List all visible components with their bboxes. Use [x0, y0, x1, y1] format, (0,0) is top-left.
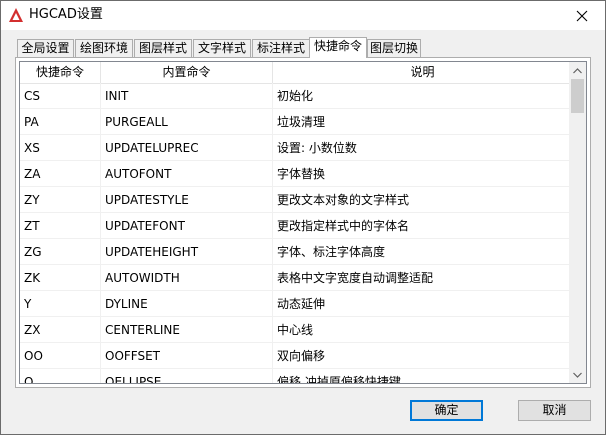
- shortcut-table: 快捷命令 内置命令 说明 CS INIT 初始化 PA PURGEALL 垃圾清…: [19, 61, 587, 384]
- cell-shortcut[interactable]: ZT: [20, 213, 101, 238]
- scroll-up-button[interactable]: [569, 62, 586, 79]
- cell-builtin-command[interactable]: UPDATESTYLE: [101, 187, 273, 212]
- cell-builtin-command[interactable]: AUTOWIDTH: [101, 265, 273, 290]
- cancel-button[interactable]: 取消: [518, 400, 591, 421]
- table-header: 快捷命令 内置命令 说明: [20, 62, 572, 84]
- table-row[interactable]: OO OOFFSET 双向偏移: [20, 343, 572, 369]
- cell-description[interactable]: 字体替换: [273, 161, 572, 186]
- cell-shortcut[interactable]: OO: [20, 343, 101, 368]
- cell-builtin-command[interactable]: OELLIPSE: [101, 369, 273, 383]
- cell-description[interactable]: 双向偏移: [273, 343, 572, 368]
- tab-text-style[interactable]: 文字样式: [193, 39, 251, 57]
- table-row[interactable]: ZY UPDATESTYLE 更改文本对象的文字样式: [20, 187, 572, 213]
- table-row[interactable]: ZK AUTOWIDTH 表格中文字宽度自动调整适配: [20, 265, 572, 291]
- cell-builtin-command[interactable]: INIT: [101, 83, 273, 108]
- cell-shortcut[interactable]: CS: [20, 83, 101, 108]
- header-builtin-command[interactable]: 内置命令: [101, 62, 273, 83]
- table-body: CS INIT 初始化 PA PURGEALL 垃圾清理 XS UPDATELU…: [20, 83, 572, 383]
- cell-description[interactable]: 表格中文字宽度自动调整适配: [273, 265, 572, 290]
- cell-builtin-command[interactable]: UPDATEFONT: [101, 213, 273, 238]
- tab-global-settings[interactable]: 全局设置: [17, 39, 74, 57]
- cell-builtin-command[interactable]: CENTERLINE: [101, 317, 273, 342]
- title-bar: HGCAD设置: [1, 1, 605, 30]
- cell-shortcut[interactable]: ZA: [20, 161, 101, 186]
- shortcut-commands-panel: 快捷命令 内置命令 说明 CS INIT 初始化 PA PURGEALL 垃圾清…: [15, 57, 591, 388]
- ok-button[interactable]: 确定: [410, 400, 483, 421]
- cell-builtin-command[interactable]: DYLINE: [101, 291, 273, 316]
- window-title: HGCAD设置: [29, 7, 103, 22]
- cell-description[interactable]: 中心线: [273, 317, 572, 342]
- header-description[interactable]: 说明: [273, 62, 572, 83]
- cell-shortcut[interactable]: ZX: [20, 317, 101, 342]
- vertical-scrollbar[interactable]: [569, 62, 586, 383]
- cell-builtin-command[interactable]: PURGEALL: [101, 109, 273, 134]
- cell-shortcut[interactable]: O: [20, 369, 101, 383]
- cell-description[interactable]: 初始化: [273, 83, 572, 108]
- cell-description[interactable]: 更改文本对象的文字样式: [273, 187, 572, 212]
- tab-dim-style[interactable]: 标注样式: [252, 39, 310, 57]
- tab-layer-switch[interactable]: 图层切换: [367, 39, 421, 57]
- cell-description[interactable]: 字体、标注字体高度: [273, 239, 572, 264]
- hgcad-app-icon: [8, 7, 24, 23]
- cell-shortcut[interactable]: XS: [20, 135, 101, 160]
- cell-shortcut[interactable]: Y: [20, 291, 101, 316]
- table-row[interactable]: ZG UPDATEHEIGHT 字体、标注字体高度: [20, 239, 572, 265]
- cell-description[interactable]: 设置: 小数位数: [273, 135, 572, 160]
- scroll-thumb[interactable]: [571, 79, 584, 113]
- cell-description[interactable]: 偏移,冲掉原偏移快捷键: [273, 369, 572, 383]
- cell-builtin-command[interactable]: OOFFSET: [101, 343, 273, 368]
- cell-shortcut[interactable]: ZG: [20, 239, 101, 264]
- chevron-down-icon: [573, 372, 582, 378]
- scroll-down-button[interactable]: [569, 366, 586, 383]
- table-row[interactable]: XS UPDATELUPREC 设置: 小数位数: [20, 135, 572, 161]
- table-row[interactable]: PA PURGEALL 垃圾清理: [20, 109, 572, 135]
- table-row[interactable]: ZT UPDATEFONT 更改指定样式中的字体名: [20, 213, 572, 239]
- close-button[interactable]: [559, 1, 605, 30]
- cell-description[interactable]: 动态延伸: [273, 291, 572, 316]
- cell-description[interactable]: 更改指定样式中的字体名: [273, 213, 572, 238]
- table-row[interactable]: CS INIT 初始化: [20, 83, 572, 109]
- cell-shortcut[interactable]: ZY: [20, 187, 101, 212]
- cell-shortcut[interactable]: ZK: [20, 265, 101, 290]
- tab-shortcut-commands[interactable]: 快捷命令: [309, 37, 367, 58]
- table-row[interactable]: ZX CENTERLINE 中心线: [20, 317, 572, 343]
- cell-builtin-command[interactable]: AUTOFONT: [101, 161, 273, 186]
- tab-drawing-env[interactable]: 绘图环境: [75, 39, 133, 57]
- header-shortcut[interactable]: 快捷命令: [20, 62, 101, 83]
- chevron-up-icon: [573, 67, 582, 73]
- table-row[interactable]: ZA AUTOFONT 字体替换: [20, 161, 572, 187]
- cell-builtin-command[interactable]: UPDATELUPREC: [101, 135, 273, 160]
- table-row[interactable]: O OELLIPSE 偏移,冲掉原偏移快捷键: [20, 369, 572, 383]
- cell-builtin-command[interactable]: UPDATEHEIGHT: [101, 239, 273, 264]
- tab-layer-style[interactable]: 图层样式: [134, 39, 192, 57]
- settings-dialog: HGCAD设置 全局设置 绘图环境 图层样式 文字样式 标注样式 快捷命令 图层…: [0, 0, 606, 435]
- cell-shortcut[interactable]: PA: [20, 109, 101, 134]
- close-icon: [576, 10, 588, 21]
- cell-description[interactable]: 垃圾清理: [273, 109, 572, 134]
- table-row[interactable]: Y DYLINE 动态延伸: [20, 291, 572, 317]
